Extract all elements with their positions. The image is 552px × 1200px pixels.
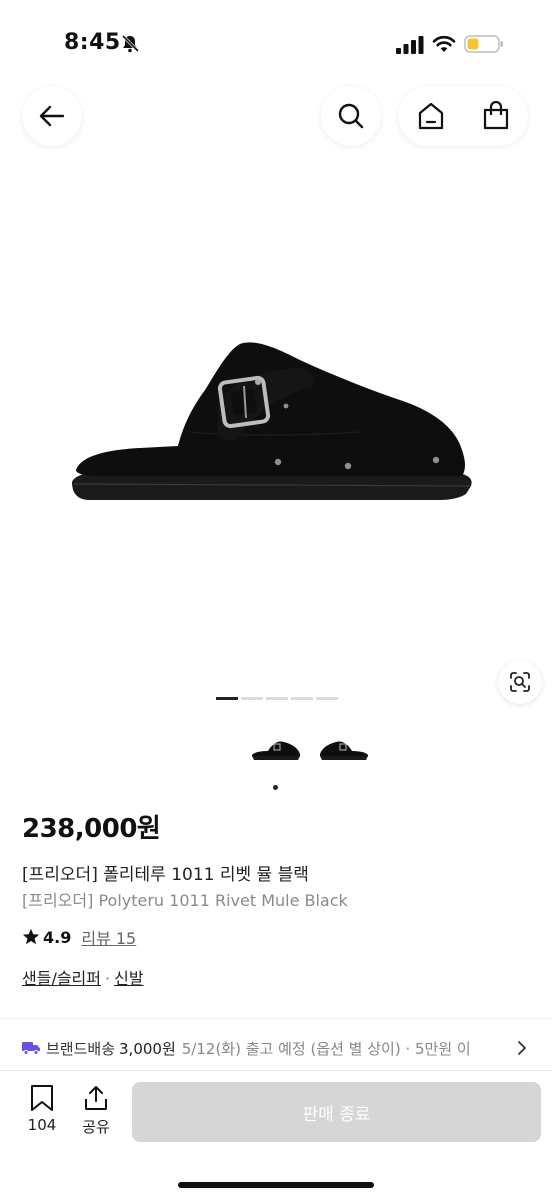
sold-out-button[interactable]: 판매 종료 [132,1082,541,1142]
product-price: 238,000원 [22,814,161,844]
shipping-fee: 3,000원 [119,1039,176,1058]
product-name-korean: [프리오더] 폴리테루 1011 리벳 뮬 블랙 [22,865,309,885]
status-bar: 8:45 [0,0,552,90]
review-link[interactable]: 리뷰 15 [81,925,136,949]
share-button[interactable]: 공유 [76,1084,116,1137]
search-button[interactable] [321,86,381,146]
battery-low-icon [464,35,503,53]
category-link-shoes[interactable]: 신발 [114,969,143,988]
product-name-english: [프리오더] Polyteru 1011 Rivet Mule Black [22,891,348,910]
thumbnail-dot [273,785,278,790]
bell-slash-icon [121,34,140,53]
chevron-right-icon [518,1041,526,1055]
product-image[interactable] [0,200,552,680]
shipping-date-info: 5/12(화) 출고 예정 (옵션 별 상이) · 5만원 이 [181,1039,471,1058]
shopping-bag-icon [483,101,508,130]
page-indicator-bar [266,697,288,700]
shipping-label: 브랜드배송 [46,1039,116,1058]
wifi-icon [432,35,456,52]
section-divider [0,1018,552,1019]
category-separator: · [105,969,111,988]
cart-button[interactable] [463,86,528,146]
home-button[interactable] [398,86,463,146]
status-time: 8:45 [64,30,121,55]
home-indicator [178,1182,374,1188]
page-indicator-bar [291,697,313,700]
bookmark-icon [31,1085,53,1111]
rating-row: 4.9 리뷰 15 [22,925,136,949]
bookmark-button[interactable]: 104 [22,1084,62,1134]
search-icon [338,103,364,129]
visual-search-button[interactable] [498,660,542,704]
product-thumbnail[interactable] [248,734,302,764]
shipping-chevron[interactable] [514,1038,530,1058]
back-button[interactable] [22,86,82,146]
gallery-page-indicator [216,697,338,700]
shipping-info-row[interactable]: 브랜드배송 3,000원 5/12(화) 출고 예정 (옵션 별 상이) · 5… [22,1036,552,1060]
home-icon [418,102,443,130]
page-indicator-bar [316,697,338,700]
category-breadcrumb: 샌들/슬리퍼 · 신발 [22,965,144,989]
share-icon [85,1086,107,1110]
thumbnail-strip [248,734,374,764]
signal-icon [396,36,424,54]
page-indicator-bar [241,697,263,700]
product-thumbnail[interactable] [318,734,372,764]
back-arrow-icon [39,105,65,127]
header-action-group [398,86,528,146]
bottom-bar-divider [0,1070,552,1071]
share-label: 공유 [82,1118,110,1136]
visual-search-icon [510,672,530,692]
star-icon [22,928,40,945]
truck-icon [22,1042,40,1055]
category-link-sandals[interactable]: 샌들/슬리퍼 [22,969,101,988]
page-indicator-bar [216,697,238,700]
bookmark-count: 104 [27,1116,57,1134]
rating-score: 4.9 [43,927,72,947]
